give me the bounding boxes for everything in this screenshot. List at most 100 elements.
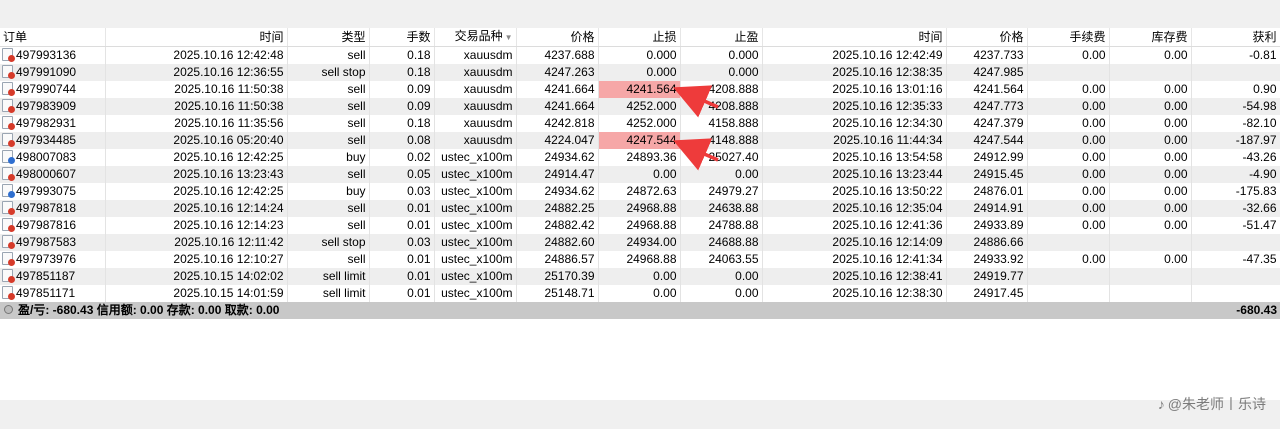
cell-tp: 24788.88 <box>680 217 763 234</box>
table-row[interactable]: 497987583 2025.10.16 12:11:42 sell stop 0.0… <box>0 234 1280 251</box>
watermark-text: @朱老师丨乐诗 <box>1167 396 1266 412</box>
cell-profit: -82.10 <box>1191 115 1280 132</box>
table-row[interactable]: 497987818 2025.10.16 12:14:24 sell 0.01 uste… <box>0 200 1280 217</box>
cell-commission: 0.00 <box>1027 217 1110 234</box>
cell-close-time: 2025.10.16 11:44:34 <box>762 132 947 149</box>
cell-close-price: 24915.45 <box>946 166 1028 183</box>
cell-profit: -54.98 <box>1191 98 1280 115</box>
cell-profit <box>1191 234 1280 251</box>
cell-lots: 0.08 <box>369 132 435 149</box>
col-header-price[interactable]: 价格 <box>516 28 599 47</box>
table-row[interactable]: 497851187 2025.10.15 14:02:02 sell limit 0.… <box>0 268 1280 285</box>
cell-profit: -0.81 <box>1191 46 1280 64</box>
cell-symbol: xauusdm <box>434 81 517 98</box>
cell-commission <box>1027 285 1110 302</box>
cell-swap: 0.00 <box>1109 81 1192 98</box>
cell-order: 497993075 <box>0 183 106 200</box>
col-header-swap[interactable]: 库存费 <box>1109 28 1192 47</box>
cell-symbol: xauusdm <box>434 115 517 132</box>
table-row[interactable]: 497973976 2025.10.16 12:10:27 sell 0.01 uste… <box>0 251 1280 268</box>
sell-order-icon <box>2 116 15 130</box>
cell-order: 497934485 <box>0 132 106 149</box>
table-row[interactable]: 497993075 2025.10.16 12:42:25 buy 0.03 ustec… <box>0 183 1280 200</box>
cell-price: 4237.688 <box>516 46 599 64</box>
cell-symbol: ustec_x100m <box>434 217 517 234</box>
order-number: 497993136 <box>16 48 77 62</box>
cell-sl: 0.000 <box>598 46 681 64</box>
cell-price: 24882.42 <box>516 217 599 234</box>
cell-lots: 0.03 <box>369 234 435 251</box>
cell-symbol: xauusdm <box>434 64 517 81</box>
cell-price: 4242.818 <box>516 115 599 132</box>
sell-order-icon <box>2 201 15 215</box>
col-header-profit[interactable]: 获利 <box>1191 28 1280 47</box>
order-number: 497934485 <box>16 133 77 147</box>
col-header-type[interactable]: 类型 <box>287 28 370 47</box>
cell-type: sell <box>287 200 370 217</box>
cell-price: 4241.664 <box>516 98 599 115</box>
cell-sl: 4252.000 <box>598 115 681 132</box>
cell-sl: 24968.88 <box>598 217 681 234</box>
cell-symbol: ustec_x100m <box>434 200 517 217</box>
cell-tp: 0.000 <box>680 64 763 81</box>
col-header-lots[interactable]: 手数 <box>369 28 435 47</box>
cell-close-time: 2025.10.16 13:23:44 <box>762 166 947 183</box>
sell-order-icon <box>2 218 15 232</box>
table-row[interactable]: 498007083 2025.10.16 12:42:25 buy 0.02 ustec… <box>0 149 1280 166</box>
order-number: 498000607 <box>16 167 77 181</box>
order-number: 498007083 <box>16 150 77 164</box>
col-header-commission[interactable]: 手续费 <box>1027 28 1110 47</box>
table-row[interactable]: 497987816 2025.10.16 12:14:23 sell 0.01 uste… <box>0 217 1280 234</box>
cell-sl: 0.00 <box>598 166 681 183</box>
top-toolbar-area <box>0 0 1280 28</box>
col-header-close-time[interactable]: 时间 <box>762 28 947 47</box>
col-header-tp[interactable]: 止盈 <box>680 28 763 47</box>
cell-close-time: 2025.10.16 13:54:58 <box>762 149 947 166</box>
cell-close-time: 2025.10.16 12:42:49 <box>762 46 947 64</box>
order-status-dot-icon <box>8 208 15 215</box>
cell-symbol: xauusdm <box>434 98 517 115</box>
table-row[interactable]: 497991090 2025.10.16 12:36:55 sell stop 0.1… <box>0 64 1280 81</box>
summary-circle-icon <box>4 305 13 314</box>
col-header-symbol[interactable]: 交易品种 ▼ <box>434 28 517 47</box>
cell-close-price: 24919.77 <box>946 268 1028 285</box>
cell-type: sell <box>287 132 370 149</box>
table-row[interactable]: 497983909 2025.10.16 11:50:38 sell 0.09 xauu… <box>0 98 1280 115</box>
order-number: 497987816 <box>16 218 77 232</box>
table-row[interactable]: 497993136 2025.10.16 12:42:48 sell 0.18 xauu… <box>0 46 1280 64</box>
cell-type: sell <box>287 46 370 64</box>
table-row[interactable]: 497934485 2025.10.16 05:20:40 sell 0.08 xauu… <box>0 132 1280 149</box>
cell-tp: 24688.88 <box>680 234 763 251</box>
cell-order: 497991090 <box>0 64 106 81</box>
col-header-order[interactable]: 订单 <box>0 28 106 47</box>
cell-close-time: 2025.10.16 12:35:33 <box>762 98 947 115</box>
cell-swap: 0.00 <box>1109 251 1192 268</box>
cell-type: sell stop <box>287 64 370 81</box>
col-header-sl[interactable]: 止损 <box>598 28 681 47</box>
cell-close-time: 2025.10.16 12:41:34 <box>762 251 947 268</box>
cell-type: sell limit <box>287 285 370 302</box>
cell-sl: 0.00 <box>598 285 681 302</box>
summary-total-profit: -680.43 <box>1191 302 1280 319</box>
cell-close-price: 4247.985 <box>946 64 1028 81</box>
col-header-close-price[interactable]: 价格 <box>946 28 1028 47</box>
cell-open-time: 2025.10.16 11:35:56 <box>105 115 288 132</box>
cell-close-time: 2025.10.16 13:50:22 <box>762 183 947 200</box>
table-row[interactable]: 498000607 2025.10.16 13:23:43 sell 0.05 uste… <box>0 166 1280 183</box>
cell-price: 24882.25 <box>516 200 599 217</box>
table-row[interactable]: 497851171 2025.10.15 14:01:59 sell limit 0.… <box>0 285 1280 302</box>
cell-lots: 0.01 <box>369 200 435 217</box>
col-header-open-time[interactable]: 时间 <box>105 28 288 47</box>
table-row[interactable]: 497982931 2025.10.16 11:35:56 sell 0.18 xauu… <box>0 115 1280 132</box>
cell-profit: 0.90 <box>1191 81 1280 98</box>
cell-swap: 0.00 <box>1109 200 1192 217</box>
cell-close-time: 2025.10.16 12:38:35 <box>762 64 947 81</box>
cell-lots: 0.18 <box>369 46 435 64</box>
cell-open-time: 2025.10.16 12:42:25 <box>105 183 288 200</box>
cell-order: 498007083 <box>0 149 106 166</box>
cell-swap <box>1109 268 1192 285</box>
cell-tp: 4208.888 <box>680 98 763 115</box>
cell-order: 497990744 <box>0 81 106 98</box>
table-row[interactable]: 497990744 2025.10.16 11:50:38 sell 0.09 xauu… <box>0 81 1280 98</box>
watermark: ♪ @朱老师丨乐诗 <box>1158 394 1266 414</box>
